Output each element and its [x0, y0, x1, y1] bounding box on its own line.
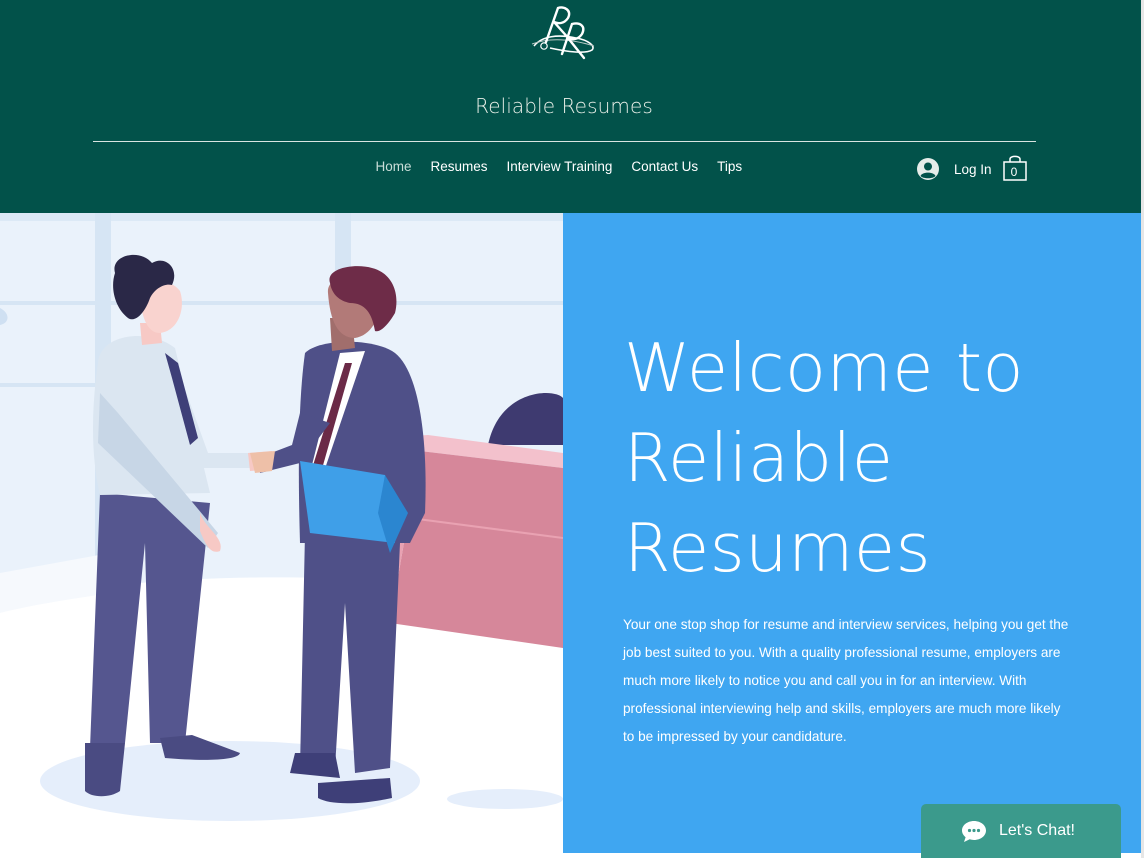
site-header: Reliable Resumes Home Resumes Interview …	[0, 0, 1141, 213]
hero-illustration	[0, 213, 563, 858]
nav-item-tips[interactable]: Tips	[708, 159, 752, 174]
handshake-illustration	[0, 213, 563, 858]
login-label: Log In	[954, 161, 992, 177]
hero-title-line: Resumes	[624, 509, 932, 587]
nav-item-resumes[interactable]: Resumes	[421, 159, 497, 174]
avatar-icon	[917, 158, 939, 180]
cart-button[interactable]: 0	[1002, 154, 1028, 182]
nav-item-interview-training[interactable]: Interview Training	[497, 159, 622, 174]
chat-label: Let's Chat!	[999, 822, 1075, 839]
hero-panel: Welcome to Reliable Resumes Your one sto…	[563, 213, 1141, 853]
hero-title: Welcome to Reliable Resumes	[624, 323, 1124, 593]
nav-item-contact-us[interactable]: Contact Us	[622, 159, 708, 174]
chat-button[interactable]: Let's Chat!	[921, 804, 1121, 858]
cart-count: 0	[1010, 165, 1018, 179]
hero-description: Your one stop shop for resume and interv…	[623, 617, 1069, 744]
hero-title-line: Welcome to	[624, 329, 1025, 407]
nav-item-home[interactable]: Home	[366, 159, 421, 174]
hero-title-line: Reliable	[624, 419, 894, 497]
chat-bubble-icon	[962, 821, 986, 842]
logo-mark[interactable]	[528, 2, 602, 60]
login-button[interactable]: Log In	[916, 157, 992, 181]
page: Reliable Resumes Home Resumes Interview …	[0, 0, 1144, 858]
main-nav: Home Resumes Interview Training Contact …	[366, 159, 752, 174]
site-title[interactable]: Reliable Resumes	[0, 94, 1128, 118]
header-divider	[93, 141, 1036, 142]
